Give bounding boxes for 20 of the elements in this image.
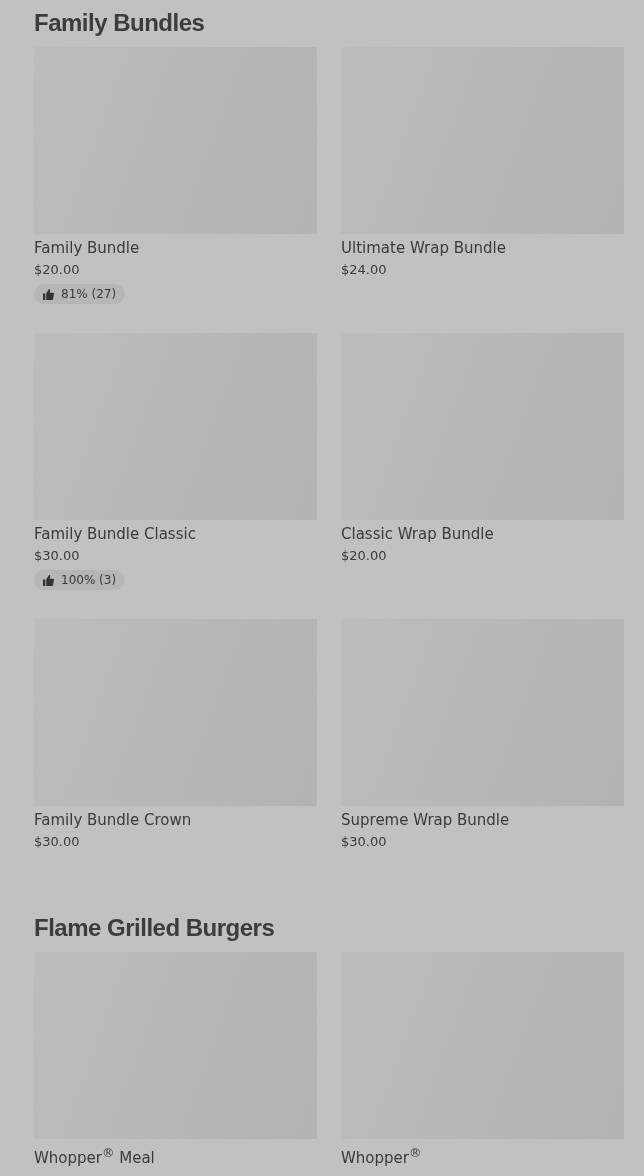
- thumbs-up-icon: [43, 288, 54, 300]
- item-name[interactable]: Classic Wrap Bundle: [341, 526, 494, 542]
- item-name[interactable]: Ultimate Wrap Bundle: [341, 240, 506, 256]
- item-price: $20.00: [341, 548, 387, 564]
- item-price: $30.00: [34, 548, 80, 564]
- rating-text: 100% (3): [61, 573, 117, 587]
- item-price: $20.00: [34, 262, 80, 278]
- item-name[interactable]: Family Bundle Crown: [34, 812, 192, 828]
- section-heading: Flame Grilled Burgers: [34, 913, 276, 943]
- item-price: $24.00: [341, 262, 387, 278]
- thumbs-up-icon: [43, 574, 54, 586]
- section-heading: Family Bundles: [34, 8, 206, 38]
- item-name[interactable]: Whopper$^{®}$: [341, 1145, 422, 1166]
- rating-text: 81% (27): [61, 287, 117, 301]
- item-price: $30.00: [341, 834, 387, 850]
- item-name[interactable]: Family Bundle Classic: [34, 526, 196, 542]
- item-price: $30.00: [34, 834, 80, 850]
- item-name[interactable]: Supreme Wrap Bundle: [341, 812, 510, 828]
- item-name[interactable]: Family Bundle: [34, 240, 140, 256]
- item-name[interactable]: Whopper$^{®}$ Meal: [34, 1145, 155, 1166]
